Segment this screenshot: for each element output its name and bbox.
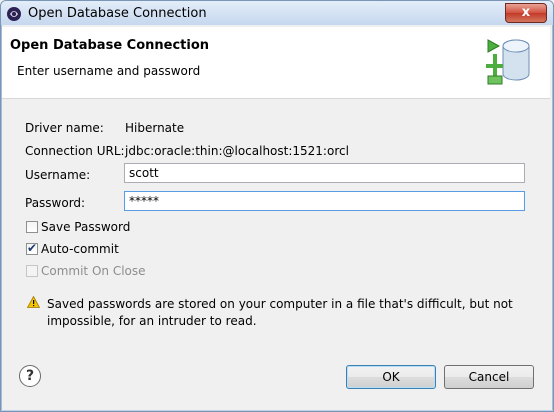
eclipse-app-icon <box>7 7 21 21</box>
help-button[interactable]: ? <box>19 365 41 387</box>
driver-name-value: Hibernate <box>125 121 185 135</box>
cancel-button-label: Cancel <box>468 370 510 384</box>
username-label: Username: <box>25 168 91 182</box>
banner-title: Open Database Connection <box>10 38 210 53</box>
password-input[interactable] <box>124 191 525 211</box>
ok-button-label: OK <box>382 370 400 384</box>
window-title: Open Database Connection <box>28 6 207 21</box>
checkmark-icon: ✔ <box>27 241 38 255</box>
password-label: Password: <box>25 196 86 210</box>
warning-text: Saved passwords are stored on your compu… <box>47 297 513 328</box>
database-connect-icon <box>486 39 530 85</box>
title-bar[interactable]: Open Database Connection x <box>1 1 553 25</box>
close-icon: x <box>521 5 531 20</box>
close-button[interactable]: x <box>505 3 547 23</box>
connection-url-value: jdbc:oracle:thin:@localhost:1521:orcl <box>125 144 349 158</box>
driver-name-label: Driver name: <box>25 121 104 135</box>
connection-url-label: Connection URL: <box>25 144 125 158</box>
warning-icon <box>27 296 40 308</box>
cancel-button[interactable]: Cancel <box>444 365 534 389</box>
username-input[interactable] <box>124 163 525 183</box>
ok-button[interactable]: OK <box>346 365 436 389</box>
auto-commit-label[interactable]: Auto-commit <box>41 242 119 256</box>
help-icon: ? <box>25 368 35 384</box>
auto-commit-checkbox[interactable]: ✔ <box>26 241 38 255</box>
banner-subtitle: Enter username and password <box>17 64 201 78</box>
save-password-checkbox[interactable] <box>26 221 38 233</box>
commit-on-close-checkbox <box>26 265 38 277</box>
commit-on-close-label: Commit On Close <box>41 264 146 278</box>
save-password-label[interactable]: Save Password <box>41 220 130 234</box>
